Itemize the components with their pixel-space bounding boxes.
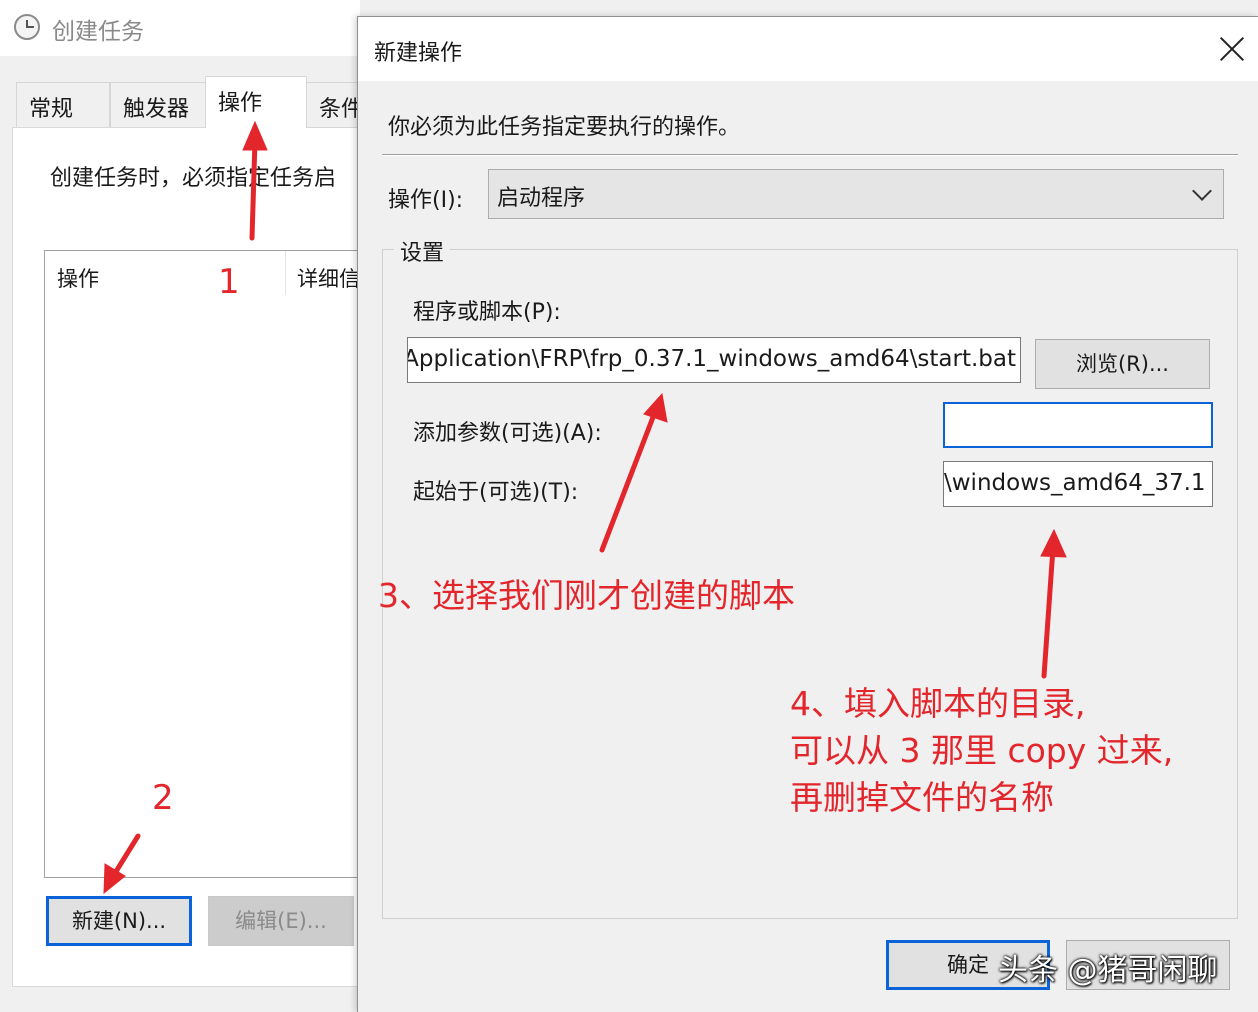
action-type-value: 启动程序 — [497, 186, 586, 211]
arguments-label: 添加参数(可选)(A): — [413, 421, 602, 446]
create-task-title: 创建任务 — [52, 19, 144, 45]
tab-actions[interactable]: 操作 — [205, 76, 307, 128]
new-action-button[interactable]: 新建(N)... — [46, 896, 192, 946]
tab-general[interactable]: 常规 — [16, 82, 110, 128]
dialog-titlebar: 新建操作 — [358, 17, 1258, 81]
dialog-instruction: 你必须为此任务指定要执行的操作。 — [388, 115, 741, 140]
divider — [382, 154, 1238, 156]
column-divider[interactable] — [285, 251, 286, 295]
chevron-down-icon — [1192, 181, 1212, 201]
start-in-label: 起始于(可选)(T): — [413, 480, 579, 505]
close-icon[interactable] — [1214, 31, 1250, 67]
actions-description: 创建任务时，必须指定任务启 — [50, 166, 337, 191]
tab-conditions[interactable]: 条件 — [306, 82, 358, 128]
column-header-details[interactable]: 详细信 — [297, 263, 360, 293]
arguments-input[interactable] — [943, 402, 1213, 448]
program-label: 程序或脚本(P): — [413, 300, 561, 325]
annotation-step-4-line-3: 再删掉文件的名称 — [790, 778, 1054, 817]
annotation-step-4-line-1: 4、填入脚本的目录, — [790, 684, 1086, 723]
settings-group-label: 设置 — [394, 235, 451, 267]
action-type-label: 操作(I): — [388, 188, 464, 213]
action-type-select[interactable]: 启动程序 — [488, 169, 1224, 219]
watermark: 头条 @猪哥闲聊 — [998, 953, 1218, 988]
start-in-value: 37.1_windows_amd64\ — [944, 470, 1206, 496]
column-header-action[interactable]: 操作 — [57, 263, 99, 293]
create-task-titlebar: 创建任务 — [0, 0, 360, 56]
program-path-input[interactable]: Application\FRP\frp_0.37.1_windows_amd64… — [407, 337, 1021, 383]
annotation-step-1: 1 — [218, 262, 240, 302]
annotation-step-2: 2 — [152, 778, 174, 818]
edit-action-button[interactable]: 编辑(E)... — [208, 896, 354, 946]
annotation-step-4-line-2: 可以从 3 那里 copy 过来, — [790, 731, 1174, 770]
browse-button[interactable]: 浏览(R)... — [1035, 339, 1210, 389]
dialog-title: 新建操作 — [374, 41, 463, 66]
tab-triggers[interactable]: 触发器 — [110, 82, 206, 128]
clock-icon — [14, 14, 40, 40]
start-in-input[interactable]: 37.1_windows_amd64\ — [943, 461, 1213, 507]
actions-list[interactable]: 操作 详细信 — [44, 250, 360, 878]
program-path-value: Application\FRP\frp_0.37.1_windows_amd64… — [407, 346, 1016, 372]
annotation-step-3: 3、选择我们刚才创建的脚本 — [378, 576, 795, 615]
new-action-dialog: 新建操作 你必须为此任务指定要执行的操作。 操作(I): 启动程序 设置 程序或… — [357, 16, 1258, 1012]
